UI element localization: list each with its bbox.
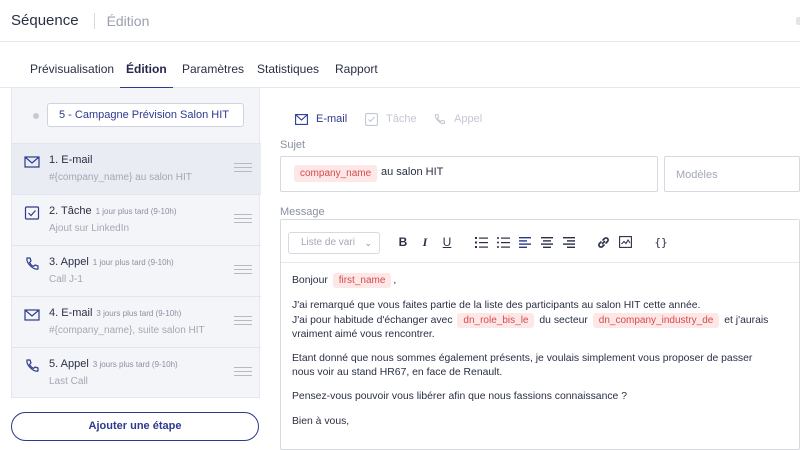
paragraph-signoff: Bien à vous, (292, 415, 350, 427)
message-body[interactable]: Bonjour first_name, J'ai remarqué que vo… (292, 273, 792, 439)
variable-tag-industry[interactable]: dn_company_industry_de (592, 312, 720, 328)
step-delay: 1 jour plus tard (9-10h) (92, 258, 174, 267)
header-divider (93, 12, 95, 29)
drag-handle-icon[interactable] (234, 163, 252, 173)
mail-icon (24, 309, 40, 321)
step-delay: 1 jour plus tard (9-10h) (95, 207, 177, 216)
chevron-down-icon: ⌄ (364, 238, 372, 248)
bullet-list-icon[interactable] (496, 235, 510, 249)
bold-icon[interactable]: B (396, 235, 410, 249)
task-checkbox-icon (365, 112, 378, 126)
image-icon[interactable] (618, 235, 632, 249)
tab-edition[interactable]: Édition (120, 42, 173, 89)
channel-call[interactable]: Appel (433, 110, 482, 128)
header-edge-handle (796, 17, 800, 25)
tab-previsualisation[interactable]: Prévisualisation (30, 42, 114, 88)
align-left-icon[interactable] (518, 235, 532, 249)
body-line-2c: et j'aurais (724, 314, 769, 326)
task-checkbox-icon (24, 206, 40, 220)
body-line-2b: du secteur (539, 314, 588, 326)
subject-label: Sujet (280, 139, 306, 151)
subject-text: au salon HIT (381, 166, 444, 178)
step-delay: 3 jours plus tard (9-10h) (96, 309, 182, 318)
subject-variable-tag[interactable]: company_name (294, 165, 378, 182)
italic-icon[interactable]: I (418, 235, 432, 249)
paragraph-question: Pensez-vous pouvoir vous libérer afin qu… (292, 391, 628, 402)
step-5[interactable]: 5. Appel 3 jours plus tard (9-10h) Last C… (12, 347, 261, 398)
tab-statistiques[interactable]: Statistiques (257, 42, 319, 88)
variables-dropdown-label: Liste de vari (301, 237, 355, 248)
tab-bar: Prévisualisation Édition Paramètres Stat… (0, 42, 800, 89)
step-name: 4. E-mail 3 jours plus tard (9-10h) (49, 307, 182, 319)
step-subtitle: #{company_name} au salon HIT (49, 172, 192, 183)
paragraph-stand: Etant donné que nous sommes également pr… (292, 353, 753, 378)
channel-email[interactable]: E-mail (295, 110, 347, 128)
page-title: Séquence (11, 12, 79, 29)
drag-handle-icon[interactable] (234, 316, 252, 326)
templates-select[interactable]: Modèles (664, 156, 800, 192)
message-editor[interactable]: Liste de vari ⌄ B I U {} Bonjour first_n… (280, 219, 800, 450)
body-line-1: J'ai remarqué que vous faites partie de … (292, 300, 701, 311)
greeting-text: Bonjour (292, 275, 328, 286)
channel-call-label: Appel (454, 113, 483, 125)
channel-task-label: Tâche (386, 113, 417, 125)
variable-tag-role[interactable]: dn_role_bis_le (457, 312, 535, 328)
step-name: 2. Tâche 1 jour plus tard (9-10h) (49, 205, 177, 217)
message-label: Message (280, 206, 325, 218)
variable-tag-first-name[interactable]: first_name (332, 273, 392, 288)
step-name: 5. Appel 3 jours plus tard (9-10h) (49, 358, 178, 370)
mail-icon (295, 113, 308, 125)
phone-icon (26, 359, 39, 372)
step-subtitle: Last Call (49, 376, 88, 387)
step-2[interactable]: 2. Tâche 1 jour plus tard (9-10h) Ajout s… (12, 194, 261, 245)
step-subtitle: Ajout sur LinkedIn (49, 223, 130, 234)
step-1[interactable]: 1. E-mail #{company_name} au salon HIT (12, 143, 261, 194)
drag-handle-icon[interactable] (234, 265, 252, 275)
step-delay: 3 jours plus tard (9-10h) (92, 360, 178, 369)
body-line-2a: J'ai pour habitude d'échanger avec (292, 314, 453, 326)
step-subtitle: #{company_name}, suite salon HIT (49, 325, 205, 336)
align-right-icon[interactable] (562, 235, 576, 249)
step-4[interactable]: 4. E-mail 3 jours plus tard (9-10h) #{com… (12, 296, 261, 347)
greeting-paragraph: Bonjour first_name, (292, 273, 792, 288)
phone-icon (434, 113, 445, 124)
step-editor: E-mail Tâche Appel Sujet company_name au… (279, 88, 800, 450)
channel-task[interactable]: Tâche (365, 110, 417, 128)
body-line-2d: vraiment aimé vous rencontrer. (292, 328, 435, 340)
status-dot (33, 113, 39, 119)
step-3[interactable]: 3. Appel 1 jour plus tard (9-10h) Call J-… (12, 245, 261, 296)
phone-icon (26, 257, 39, 270)
steps-panel: 5 - Campagne Prévision Salon HIT 1. E-ma… (11, 88, 261, 398)
channel-email-label: E-mail (316, 113, 348, 125)
greeting-punctuation: , (393, 275, 397, 286)
add-step-button[interactable]: Ajouter une étape (11, 412, 259, 441)
subject-field[interactable]: company_name au salon HIT (280, 156, 658, 192)
step-name: 1. E-mail (49, 154, 93, 166)
editor-toolbar: Liste de vari ⌄ B I U {} (281, 220, 799, 263)
drag-handle-icon[interactable] (234, 214, 252, 224)
step-name: 3. Appel 1 jour plus tard (9-10h) (49, 256, 174, 268)
tab-parametres[interactable]: Paramètres (182, 42, 244, 88)
underline-icon[interactable]: U (440, 235, 454, 249)
drag-handle-icon[interactable] (234, 367, 252, 377)
ordered-list-icon[interactable] (474, 235, 488, 249)
variables-dropdown[interactable]: Liste de vari ⌄ (288, 232, 380, 254)
align-center-icon[interactable] (540, 235, 554, 249)
link-icon[interactable] (596, 235, 610, 249)
paragraph-intro: J'ai remarqué que vous faites partie de … (292, 299, 792, 341)
sequence-name-input[interactable]: 5 - Campagne Prévision Salon HIT (47, 103, 244, 127)
breadcrumb: Édition (106, 12, 150, 29)
top-header: Séquence Édition (0, 0, 800, 42)
mail-icon (24, 156, 40, 168)
code-braces-icon[interactable]: {} (654, 235, 668, 249)
step-subtitle: Call J-1 (49, 274, 83, 285)
tab-rapport[interactable]: Rapport (335, 42, 378, 88)
sequence-name-row: 5 - Campagne Prévision Salon HIT (12, 88, 261, 143)
